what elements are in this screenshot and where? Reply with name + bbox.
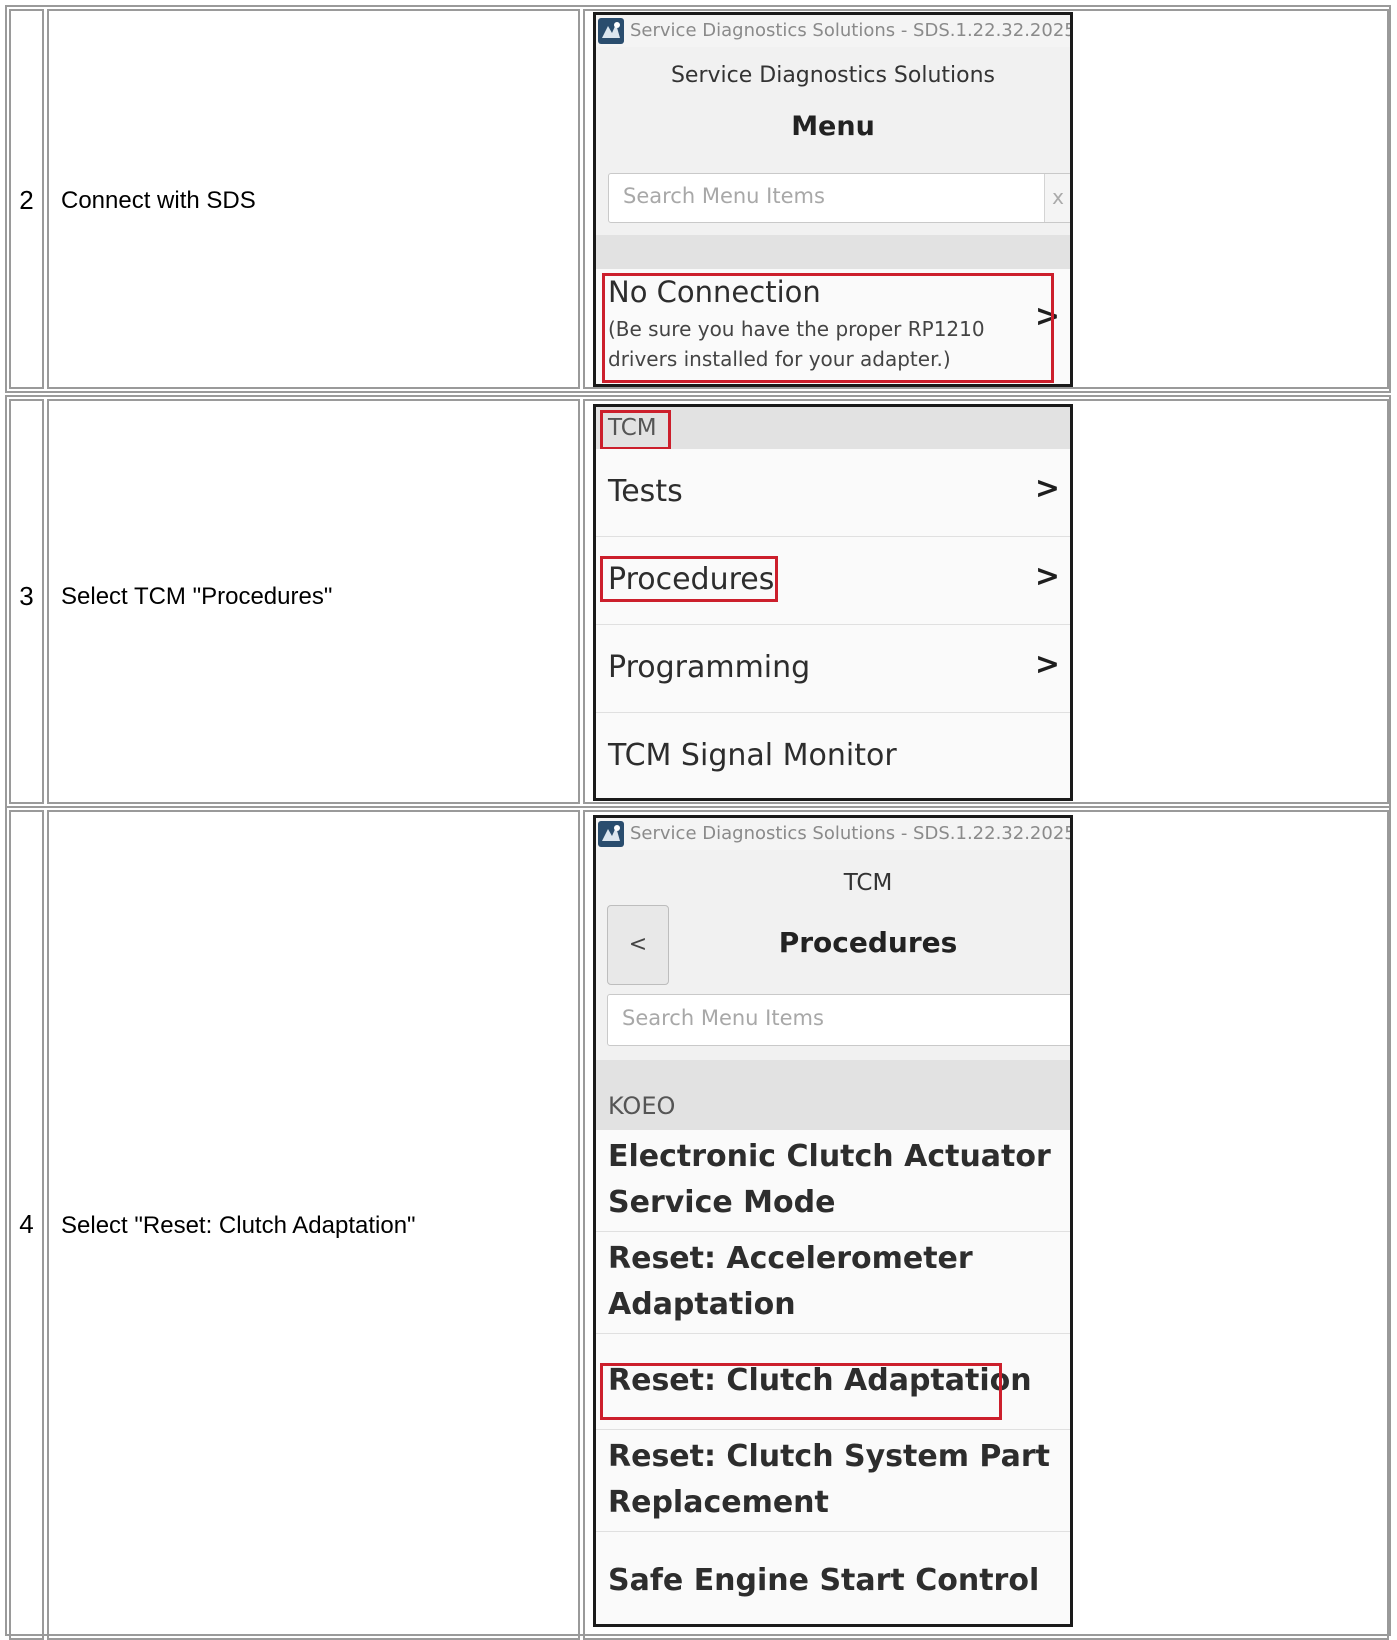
app-logo-icon — [598, 18, 624, 44]
sds-tcm-menu-screen: TCM Tests > Procedures > Programming > T… — [593, 404, 1073, 801]
step-description: Connect with SDS — [61, 187, 256, 214]
back-button[interactable]: < — [607, 905, 669, 985]
procedure-label: Safe Engine Start Control — [608, 1563, 1040, 1598]
highlight-no-connection — [602, 273, 1054, 383]
menu-item-tcm-signal-monitor[interactable]: TCM Signal Monitor — [596, 713, 1070, 798]
step-number-cell: 4 — [9, 810, 44, 1640]
menu-item-programming[interactable]: Programming > — [596, 625, 1070, 713]
procedure-label-line-2: Service Mode — [608, 1185, 836, 1220]
chevron-right-icon: > — [1034, 559, 1060, 594]
window-titlebar: Service Diagnostics Solutions - SDS.1.22… — [596, 15, 1070, 47]
step-row-3: 3 Select TCM "Procedures" TCM Tests > Pr… — [5, 395, 1391, 808]
chevron-right-icon: > — [1034, 647, 1060, 682]
sds-main-menu-screen: Service Diagnostics Solutions - SDS.1.22… — [593, 12, 1073, 387]
procedure-electronic-clutch-actuator[interactable]: Electronic Clutch Actuator Service Mode — [596, 1130, 1070, 1232]
app-name: Service Diagnostics Solutions — [670, 63, 996, 88]
window-titlebar: Service Diagnostics Solutions - SDS.1.22… — [596, 818, 1070, 850]
step-number: 3 — [19, 581, 34, 611]
window-title: Service Diagnostics Solutions - SDS.1.22… — [630, 20, 1073, 41]
search-box: x — [608, 173, 1070, 223]
highlight-procedures — [600, 556, 778, 602]
window-title: Service Diagnostics Solutions - SDS.1.22… — [630, 823, 1073, 844]
highlight-tcm — [600, 410, 671, 450]
koeo-section-label: KOEO — [608, 1092, 676, 1120]
step-description: Select TCM "Procedures" — [61, 583, 333, 610]
procedure-label-line-1: Electronic Clutch Actuator — [608, 1139, 1051, 1174]
procedures-heading: Procedures — [778, 926, 958, 959]
step-screenshot-cell: Service Diagnostics Solutions - SDS.1.22… — [583, 9, 1389, 389]
step-screenshot-cell: Service Diagnostics Solutions - SDS.1.22… — [583, 810, 1389, 1640]
clear-search-button[interactable]: x — [1044, 174, 1070, 222]
chevron-right-icon: > — [1034, 471, 1060, 506]
step-number-cell: 2 — [9, 9, 44, 389]
app-logo-icon — [598, 821, 624, 847]
step-screenshot-cell: TCM Tests > Procedures > Programming > T… — [583, 399, 1389, 804]
step-number-cell: 3 — [9, 399, 44, 804]
step-number: 4 — [19, 1209, 34, 1239]
highlight-reset-clutch-adaptation — [600, 1363, 1002, 1420]
step-number: 2 — [19, 185, 34, 215]
procedure-label-line-2: Replacement — [608, 1485, 829, 1520]
procedure-reset-clutch-system-part[interactable]: Reset: Clutch System Part Replacement — [596, 1430, 1070, 1532]
search-input[interactable] — [623, 184, 1030, 208]
procedure-label-line-2: Adaptation — [608, 1287, 796, 1322]
search-box — [607, 994, 1070, 1046]
menu-item-label: Tests — [608, 474, 683, 509]
menu-item-tests[interactable]: Tests > — [596, 449, 1070, 537]
step-description-cell: Select "Reset: Clutch Adaptation" — [47, 810, 580, 1640]
menu-item-label: Programming — [608, 650, 811, 685]
procedure-reset-accelerometer[interactable]: Reset: Accelerometer Adaptation — [596, 1232, 1070, 1334]
search-input[interactable] — [622, 1006, 1031, 1030]
sds-procedures-screen: Service Diagnostics Solutions - SDS.1.22… — [593, 815, 1073, 1627]
procedure-safe-engine-start-control[interactable]: Safe Engine Start Control — [596, 1532, 1070, 1624]
procedure-label-line-1: Reset: Accelerometer — [608, 1241, 973, 1276]
koeo-section-header: KOEO — [596, 1060, 1070, 1130]
menu-heading: Menu — [791, 111, 875, 142]
menu-divider — [596, 235, 1070, 269]
menu-item-label: TCM Signal Monitor — [608, 738, 897, 773]
step-row-4: 4 Select "Reset: Clutch Adaptation" Serv… — [5, 806, 1391, 1640]
step-description-cell: Connect with SDS — [47, 9, 580, 389]
procedure-label-line-1: Reset: Clutch System Part — [608, 1439, 1050, 1474]
step-description-cell: Select TCM "Procedures" — [47, 399, 580, 804]
step-row-2: 2 Connect with SDS Service Diagnostics S… — [5, 5, 1391, 393]
step-description: Select "Reset: Clutch Adaptation" — [61, 1212, 416, 1239]
module-label: TCM — [843, 870, 893, 896]
